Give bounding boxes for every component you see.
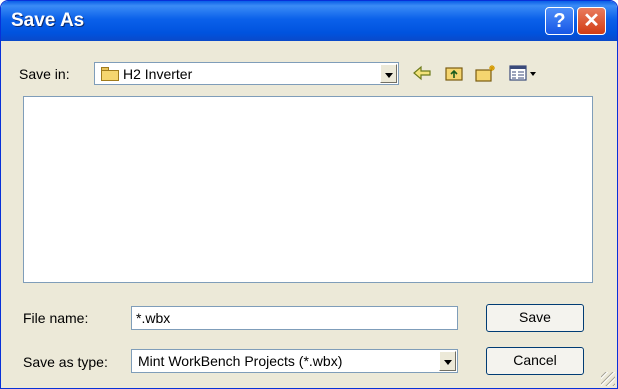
save-as-dialog: Save As ? ✕ Save in: H2 Inverter File na…: [0, 0, 618, 389]
save-in-label: Save in:: [19, 66, 70, 82]
help-button[interactable]: ?: [545, 7, 574, 35]
save-button[interactable]: Save: [486, 304, 584, 332]
file-name-input[interactable]: *.wbx: [131, 306, 458, 330]
up-folder-icon[interactable]: [443, 63, 465, 85]
file-name-label: File name:: [23, 310, 89, 326]
cancel-button[interactable]: Cancel: [486, 347, 584, 375]
new-folder-icon[interactable]: [473, 63, 499, 85]
save-in-combo[interactable]: H2 Inverter: [94, 62, 399, 85]
save-as-type-value: Mint WorkBench Projects (*.wbx): [138, 353, 343, 369]
close-button[interactable]: ✕: [577, 7, 606, 35]
view-menu-icon[interactable]: [507, 63, 541, 85]
resize-grip[interactable]: [601, 372, 615, 386]
dialog-title: Save As: [11, 10, 85, 31]
back-arrow-icon[interactable]: [411, 63, 433, 85]
save-as-type-combo[interactable]: Mint WorkBench Projects (*.wbx): [131, 349, 458, 373]
save-in-dropdown-button[interactable]: [380, 64, 397, 83]
save-as-type-dropdown-button[interactable]: [439, 351, 456, 371]
folder-icon: [101, 67, 119, 81]
title-bar[interactable]: Save As ? ✕: [1, 1, 617, 41]
file-list[interactable]: [23, 96, 593, 283]
save-as-type-label: Save as type:: [23, 354, 108, 370]
file-name-value: *.wbx: [136, 310, 171, 326]
save-in-value: H2 Inverter: [123, 66, 193, 82]
